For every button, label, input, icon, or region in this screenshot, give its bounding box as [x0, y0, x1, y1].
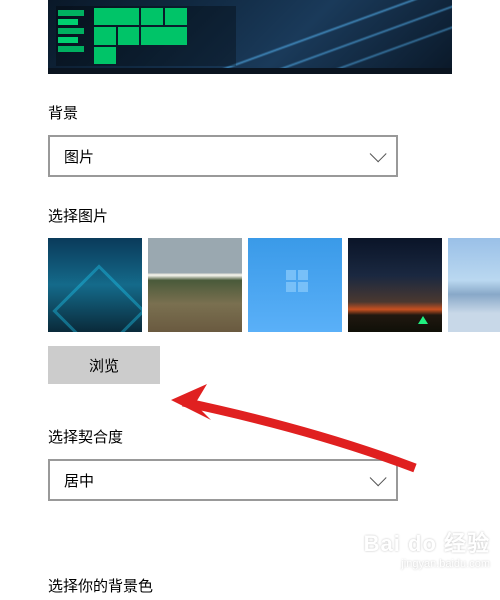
choose-bg-color-label-cut: 选择你的背景色 — [48, 575, 153, 596]
watermark: Bai do 经验 jingyan.baidu.com — [364, 526, 490, 570]
fit-select[interactable]: 居中 — [48, 459, 398, 501]
fit-select-value: 居中 — [64, 470, 94, 491]
picture-thumb-3[interactable] — [248, 238, 342, 332]
watermark-brand: Bai do 经验 — [364, 526, 490, 558]
choose-fit-label: 选择契合度 — [48, 426, 452, 447]
picture-thumbnails — [48, 238, 452, 332]
background-select[interactable]: 图片 — [48, 135, 398, 177]
chevron-down-icon — [370, 469, 387, 486]
picture-thumb-5[interactable] — [448, 238, 500, 332]
picture-thumb-2[interactable] — [148, 238, 242, 332]
background-select-value: 图片 — [64, 146, 94, 167]
watermark-url: jingyan.baidu.com — [364, 558, 490, 570]
chevron-down-icon — [370, 145, 387, 162]
browse-button[interactable]: 浏览 — [48, 346, 160, 384]
desktop-preview — [48, 0, 452, 74]
choose-picture-label: 选择图片 — [48, 205, 452, 226]
settings-panel: 背景 图片 选择图片 浏览 选择契合度 居中 — [0, 0, 500, 600]
background-label: 背景 — [48, 102, 452, 123]
start-menu-preview — [56, 6, 236, 66]
picture-thumb-1[interactable] — [48, 238, 142, 332]
picture-thumb-4[interactable] — [348, 238, 442, 332]
